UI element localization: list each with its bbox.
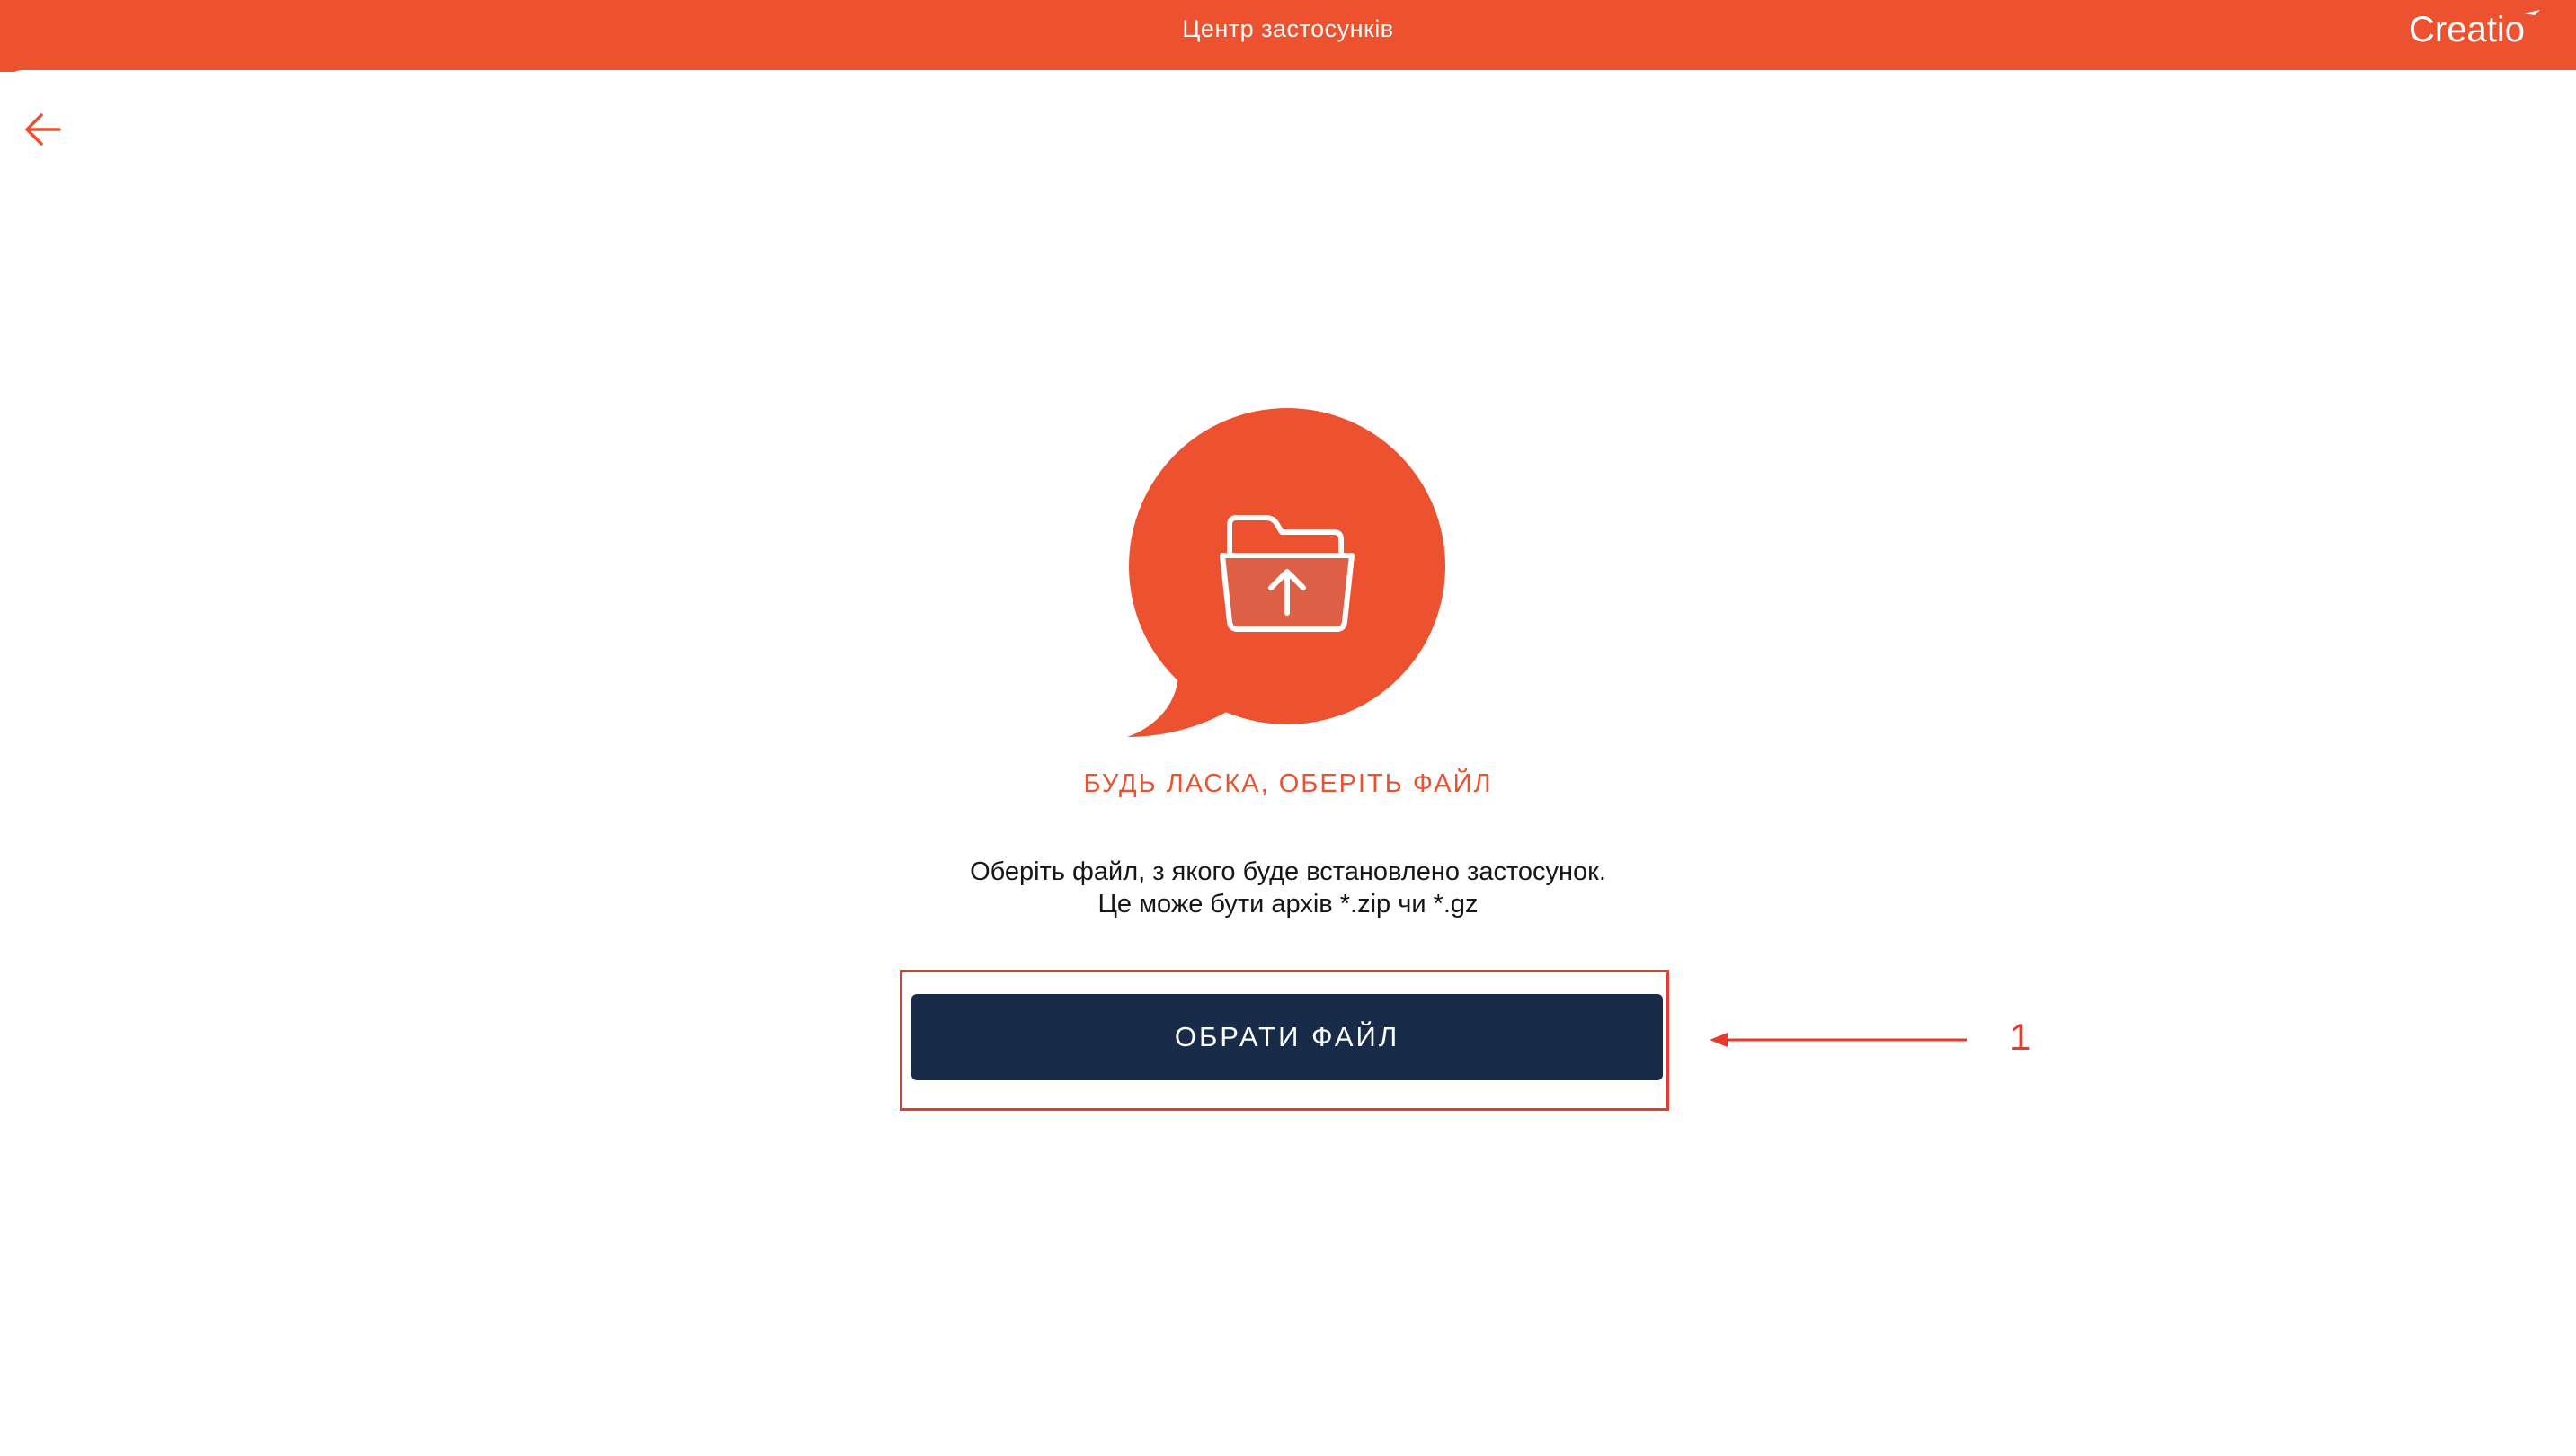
folder-upload-icon — [1127, 408, 1445, 737]
creatio-logo: Creatio — [2409, 7, 2553, 52]
header-bar: Центр застосунків Creatio — [0, 0, 2576, 72]
header-title: Центр застосунків — [1182, 15, 1394, 42]
upload-heading: БУДЬ ЛАСКА, ОБЕРІТЬ ФАЙЛ — [1083, 769, 1493, 798]
annotation-highlight-box — [900, 970, 1669, 1111]
annotation-number: 1 — [2010, 1016, 2031, 1058]
arrow-left-icon — [25, 113, 61, 146]
logo-text: Creatio — [2409, 10, 2525, 49]
description-line-1: Оберіть файл, з якого буде встановлено з… — [970, 857, 1606, 886]
upload-description: Оберіть файл, з якого буде встановлено з… — [0, 856, 2576, 920]
annotation-arrow-icon — [1708, 1025, 1977, 1055]
back-button[interactable] — [18, 108, 68, 158]
app-hub-page: Центр застосунків Creatio БУДЬ ЛАСКА, ОБ… — [0, 0, 2576, 1456]
description-line-2: Це може бути архів *.zip чи *.gz — [1097, 890, 1479, 919]
upload-illustration — [1122, 403, 1463, 744]
content-area — [0, 70, 2576, 1456]
